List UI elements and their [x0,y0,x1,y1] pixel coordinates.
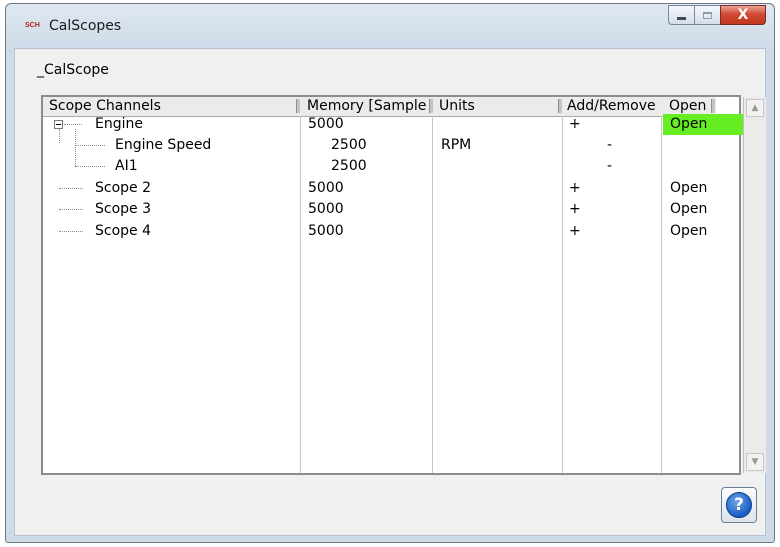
channel-name[interactable]: Scope 3 [95,199,151,220]
channel-name[interactable]: Scope 4 [95,221,151,242]
maximize-icon [703,11,712,19]
channel-name[interactable]: Scope 2 [95,178,151,199]
header-units[interactable]: Units [439,97,559,116]
add-remove-button[interactable]: + [569,199,581,220]
tree-connector [59,129,61,143]
scope-channels-tree[interactable]: Scope Channels Memory [Sample Units Add/… [41,95,766,475]
memory-value[interactable]: 5000 [308,221,344,242]
vertical-scrollbar[interactable]: ▲ ▼ [743,97,766,473]
header-add-remove[interactable]: Add/Remove [567,97,662,116]
header-separator[interactable] [558,99,562,113]
calscope-label: _CalScope [37,62,109,78]
column-divider [432,116,433,473]
maximize-button[interactable] [694,5,720,25]
column-divider [562,116,563,473]
open-button[interactable]: Open [670,178,707,199]
header-separator[interactable] [711,99,715,113]
tree-connector [59,231,83,233]
add-remove-button[interactable]: + [569,114,581,135]
header-separator[interactable] [429,99,433,113]
units-value[interactable]: RPM [441,135,471,156]
tree-connector [75,166,105,168]
header-separator[interactable] [296,99,300,113]
calscopes-window: SCH CalScopes X _CalScope Scope Channels… [5,3,775,543]
tree-connector [64,124,82,126]
header-scope-channels[interactable]: Scope Channels [49,97,294,116]
tree-connector [75,129,77,166]
open-button[interactable]: Open [670,114,707,135]
channel-name[interactable]: Engine [95,114,143,135]
scroll-up-button[interactable]: ▲ [746,99,764,117]
open-button[interactable]: Open [670,221,707,242]
open-button[interactable]: Open [670,199,707,220]
tree-connector [59,209,83,211]
minimize-button[interactable] [668,5,694,25]
arrow-up-icon: ▲ [751,103,759,113]
add-remove-button[interactable]: - [607,156,612,177]
memory-value[interactable]: 5000 [308,114,344,135]
add-remove-button[interactable]: - [607,135,612,156]
memory-value[interactable]: 2500 [331,135,367,156]
column-divider [300,116,301,473]
help-icon: ? [726,492,752,518]
close-icon: X [737,7,749,23]
minus-icon [56,124,61,125]
close-button[interactable]: X [720,5,766,25]
arrow-down-icon: ▼ [751,457,759,467]
column-divider [661,116,662,473]
help-button[interactable]: ? [721,487,757,523]
app-icon: SCH [25,22,40,29]
window-controls: X [668,5,766,29]
dialog-client-area: _CalScope Scope Channels Memory [Sample … [14,48,766,536]
add-remove-button[interactable]: + [569,178,581,199]
tree-connector [75,145,105,147]
scroll-down-button[interactable]: ▼ [746,453,764,471]
channel-name[interactable]: Engine Speed [115,135,211,156]
minimize-icon [677,16,686,20]
add-remove-button[interactable]: + [569,221,581,242]
tree-connector [59,188,83,190]
channel-name[interactable]: AI1 [115,156,138,177]
title-bar[interactable]: SCH CalScopes X [6,4,774,48]
memory-value[interactable]: 2500 [331,156,367,177]
tree-header: Scope Channels Memory [Sample Units Add/… [43,97,716,117]
memory-value[interactable]: 5000 [308,178,344,199]
memory-value[interactable]: 5000 [308,199,344,220]
collapse-toggle[interactable] [54,120,63,129]
window-title: CalScopes [49,18,122,34]
